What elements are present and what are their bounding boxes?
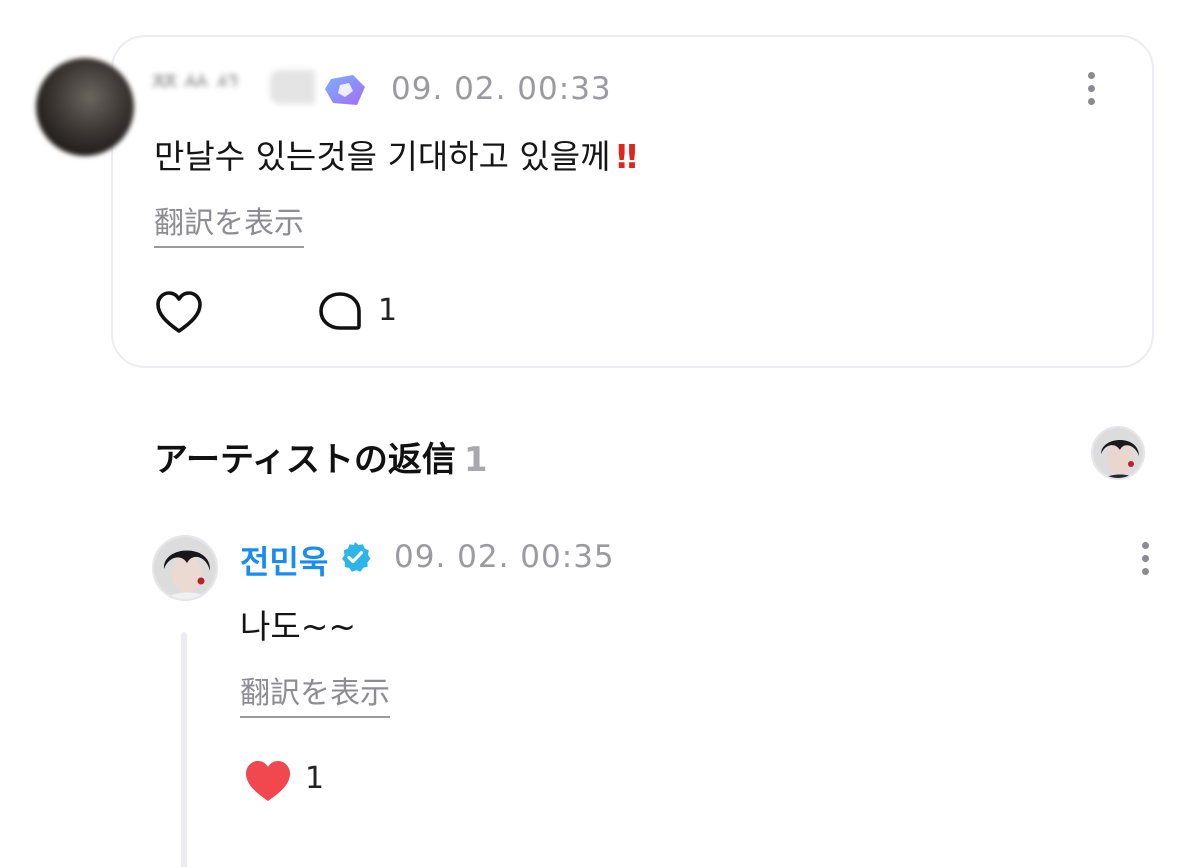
heart-filled-icon[interactable] (243, 758, 293, 804)
artist-photo-small (1093, 428, 1143, 478)
more-options-icon[interactable] (1139, 542, 1151, 582)
fan-comment-text: 만날수 있는것을 기대하고 있을께 ‼ (154, 130, 638, 178)
reply-thread-line (181, 632, 187, 867)
show-translation-link[interactable]: 翻訳を表示 (154, 198, 304, 248)
artist-reply-text: 나도~~ (240, 607, 357, 646)
fan-avatar[interactable] (36, 58, 134, 156)
artist-avatar[interactable] (152, 535, 218, 601)
artist-reply-timestamp: 09. 02. 00:35 (394, 539, 615, 575)
heart-outline-icon[interactable] (154, 289, 204, 335)
artist-username[interactable]: 전민욱 (240, 537, 328, 583)
fan-comment-body: 만날수 있는것을 기대하고 있을께 (154, 137, 611, 176)
artist-replies-header: アーティストの返信 1 (154, 432, 488, 481)
reply-bubble-icon[interactable] (316, 290, 364, 336)
fan-comment-timestamp: 09. 02. 00:33 (391, 71, 612, 107)
artist-avatar-small[interactable] (1091, 426, 1145, 480)
reply-count: 1 (378, 293, 398, 328)
show-translation-link[interactable]: 翻訳を表示 (240, 668, 390, 718)
verified-badge-icon (342, 542, 371, 572)
membership-badge-icon (325, 75, 365, 105)
like-count: 1 (305, 761, 325, 796)
double-exclamation-emoji: ‼ (616, 137, 638, 176)
artist-replies-count: 1 (463, 440, 488, 480)
artist-photo (154, 537, 216, 599)
more-options-icon[interactable] (1085, 72, 1097, 112)
fan-username[interactable]: ᄍᄊᄭ (150, 68, 315, 108)
artist-replies-title: アーティストの返信 (154, 440, 456, 480)
comment-thread: ᄍᄊᄭ 09. 02. 00:33 만날수 있는것을 기대하고 있을께 ‼ 翻訳を… (0, 0, 1200, 867)
